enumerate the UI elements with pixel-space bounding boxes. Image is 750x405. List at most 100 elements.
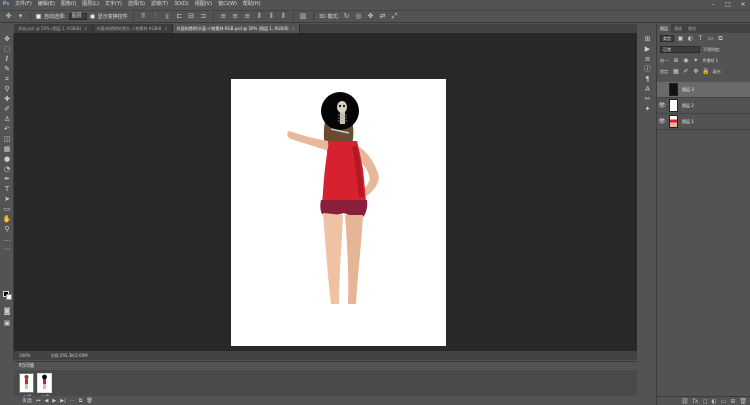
- close-tab-icon[interactable]: ×: [84, 26, 87, 31]
- distribute-right-icon[interactable]: ⦀: [279, 12, 288, 21]
- auto-select-dropdown[interactable]: 图层: [68, 13, 87, 20]
- timeline-frame[interactable]: 0.2秒: [19, 373, 34, 398]
- gradient-tool-icon[interactable]: ▦: [0, 144, 14, 154]
- align-left-icon[interactable]: ⊏: [175, 12, 184, 21]
- zoom-level[interactable]: 100%: [19, 353, 30, 358]
- adjustment-layer-icon[interactable]: ◐: [711, 398, 716, 405]
- type-tool-icon[interactable]: T: [0, 184, 14, 194]
- delete-frame-icon[interactable]: 🗑: [86, 398, 92, 404]
- 3d-slide-icon[interactable]: ⇄: [378, 12, 387, 21]
- menu-select[interactable]: 选择(S): [125, 0, 148, 9]
- tools-panel-icon[interactable]: ✂: [640, 94, 655, 104]
- document-canvas[interactable]: [231, 79, 446, 346]
- menu-filter[interactable]: 滤镜(T): [148, 0, 171, 9]
- auto-select-checkbox[interactable]: [36, 14, 41, 19]
- align-vcenter-icon[interactable]: ⫶: [151, 12, 160, 21]
- background-color-swatch[interactable]: [6, 294, 12, 300]
- info-panel-icon[interactable]: ⓘ: [640, 64, 655, 74]
- move-tool-icon[interactable]: ✥: [4, 12, 13, 21]
- menu-3d[interactable]: 3D(D): [171, 0, 192, 9]
- path-select-tool-icon[interactable]: ➤: [0, 194, 14, 204]
- align-bottom-icon[interactable]: ⫫: [163, 12, 172, 21]
- menu-image[interactable]: 图像(I): [58, 0, 79, 9]
- align-right-icon[interactable]: ⊐: [199, 12, 208, 21]
- delete-layer-icon[interactable]: 🗑: [739, 398, 747, 405]
- new-layer-icon[interactable]: ⊞: [730, 398, 735, 405]
- document-tab[interactable]: 开始.psd @ 50% (图层 1, RGB/8) ×: [14, 24, 93, 33]
- timeline-frame[interactable]: 0.2秒: [37, 373, 52, 398]
- add-mask-icon[interactable]: ◻: [702, 398, 707, 405]
- layer-name[interactable]: 图层 2: [682, 103, 694, 109]
- menu-type[interactable]: 文字(Y): [102, 0, 125, 9]
- tween-icon[interactable]: ⋯: [70, 398, 75, 404]
- duplicate-frame-icon[interactable]: ⧉: [79, 398, 83, 404]
- new-group-icon[interactable]: ▭: [721, 398, 727, 405]
- unify-position-icon[interactable]: ⊕: [672, 57, 679, 64]
- auto-align-icon[interactable]: ▥: [299, 12, 308, 21]
- close-button[interactable]: ✕: [738, 0, 748, 9]
- loop-dropdown[interactable]: 永远: [22, 397, 32, 404]
- distribute-left-icon[interactable]: ⦀: [255, 12, 264, 21]
- menu-help[interactable]: 帮助(H): [240, 0, 264, 9]
- blend-mode-dropdown[interactable]: 正常: [660, 46, 700, 53]
- lock-paint-icon[interactable]: ✐: [682, 68, 689, 75]
- maximize-button[interactable]: □: [723, 0, 733, 9]
- menu-window[interactable]: 窗口(W): [215, 0, 240, 9]
- layer-row[interactable]: 👁 图层 1: [657, 114, 750, 130]
- paragraph-panel-icon[interactable]: ¶: [640, 74, 655, 84]
- filter-shape-icon[interactable]: ▭: [707, 35, 714, 42]
- screen-mode-icon[interactable]: ▣: [0, 318, 14, 328]
- tool-preset-icon[interactable]: ▾: [16, 12, 25, 21]
- properties-panel-icon[interactable]: ≡: [640, 54, 655, 64]
- history-brush-tool-icon[interactable]: ↶: [0, 124, 14, 134]
- document-tab[interactable]: 外面/刻透明的透光-人物素材-RGB/8 ×: [92, 24, 173, 33]
- tab-channels[interactable]: 通道: [671, 24, 685, 33]
- layer-name[interactable]: 图层 3: [682, 87, 694, 93]
- filter-type-icon[interactable]: T: [697, 35, 704, 42]
- tab-paths[interactable]: 路径: [685, 24, 699, 33]
- 3d-pan-icon[interactable]: ✥: [366, 12, 375, 21]
- filter-pixel-icon[interactable]: ▣: [677, 35, 684, 42]
- marquee-tool-icon[interactable]: ⬚: [0, 44, 14, 54]
- close-tab-icon[interactable]: ×: [164, 26, 167, 31]
- tab-layers[interactable]: 图层: [657, 24, 671, 33]
- layer-name[interactable]: 图层 1: [682, 119, 694, 125]
- 3d-rotate-icon[interactable]: ↻: [342, 12, 351, 21]
- filter-adjust-icon[interactable]: ◐: [687, 35, 694, 42]
- crop-tool-icon[interactable]: ⌗: [0, 74, 14, 84]
- link-layers-icon[interactable]: ⛓: [681, 398, 689, 405]
- prev-frame-icon[interactable]: ◀: [45, 398, 49, 404]
- quick-select-tool-icon[interactable]: ✎: [0, 64, 14, 74]
- brush-tool-icon[interactable]: ✐: [0, 104, 14, 114]
- dodge-tool-icon[interactable]: ◔: [0, 164, 14, 174]
- clone-stamp-tool-icon[interactable]: ♙: [0, 114, 14, 124]
- distribute-top-icon[interactable]: ≡: [219, 12, 228, 21]
- minimize-button[interactable]: –: [708, 0, 718, 9]
- visibility-eye-icon[interactable]: 👁: [657, 118, 667, 125]
- distribute-hcenter-icon[interactable]: ⦀: [267, 12, 276, 21]
- unify-style-icon[interactable]: ✦: [692, 57, 699, 64]
- next-frame-icon[interactable]: ▶|: [60, 398, 66, 404]
- menu-edit[interactable]: 编辑(E): [35, 0, 58, 9]
- layer-row[interactable]: 图层 3: [657, 82, 750, 98]
- lock-position-icon[interactable]: ✥: [692, 68, 699, 75]
- layer-style-icon[interactable]: fx: [693, 398, 699, 405]
- more-tools-icon[interactable]: …: [0, 234, 14, 244]
- distribute-bottom-icon[interactable]: ≡: [243, 12, 252, 21]
- move-tool-icon[interactable]: ✥: [0, 34, 14, 44]
- visibility-eye-icon[interactable]: 👁: [657, 102, 667, 109]
- shape-tool-icon[interactable]: ▭: [0, 204, 14, 214]
- quick-mask-icon[interactable]: ◙: [0, 306, 14, 316]
- align-top-icon[interactable]: ⫪: [139, 12, 148, 21]
- lasso-tool-icon[interactable]: ℓ: [0, 54, 14, 64]
- propagate-frame-label[interactable]: 传播帧 1: [702, 58, 718, 64]
- kind-filter-dropdown[interactable]: 类型: [660, 35, 674, 42]
- canvas-area[interactable]: [14, 33, 637, 351]
- lock-pixels-icon[interactable]: ▦: [672, 68, 679, 75]
- zoom-tool-icon[interactable]: ⚲: [0, 224, 14, 234]
- 3d-roll-icon[interactable]: ◎: [354, 12, 363, 21]
- document-tab-active[interactable]: 外面刻透明/头盔-人物素材-RGB.psd @ 50% (图层 1, RGB/8…: [172, 24, 300, 33]
- character-panel-icon[interactable]: A: [640, 84, 655, 94]
- 3d-scale-icon[interactable]: ⤢: [390, 12, 399, 21]
- unify-visibility-icon[interactable]: ◉: [682, 57, 689, 64]
